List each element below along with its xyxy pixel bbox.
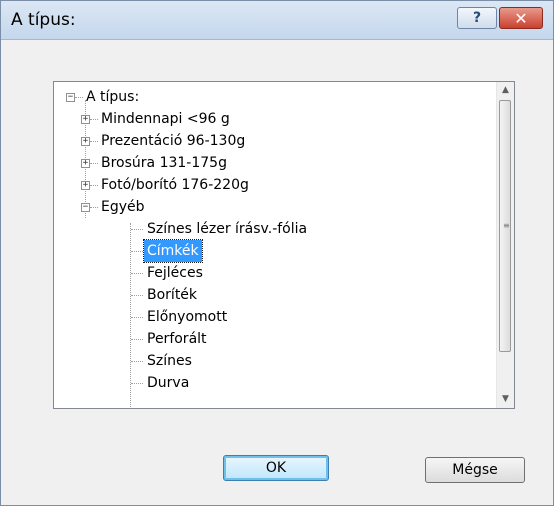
expand-icon[interactable]: +	[81, 159, 90, 168]
ok-button[interactable]: OK	[223, 455, 329, 481]
tree-item-label: Mindennapi <96 g	[101, 111, 230, 127]
tree-child-label: Boríték	[147, 287, 198, 303]
expand-icon[interactable]: +	[81, 137, 90, 146]
cancel-button[interactable]: Mégse	[425, 457, 525, 483]
tree-item-label: Brosúra 131-175g	[101, 155, 227, 171]
collapse-icon[interactable]: −	[81, 203, 90, 212]
tree-connector-line	[90, 119, 98, 120]
help-icon: ?	[472, 10, 482, 26]
scrollbar-thumb[interactable]: ≡	[499, 100, 511, 352]
tree-connector-line	[131, 383, 143, 384]
dialog-window: A típus: ? ✕ − A típus: + Mindennapi <96…	[0, 0, 554, 506]
scroll-up-icon[interactable]: ▲	[497, 82, 514, 99]
tree-connector-line	[90, 141, 98, 142]
tree-root-label: A típus:	[86, 89, 140, 105]
tree-connector-line	[131, 339, 143, 340]
vertical-scrollbar[interactable]: ▲ ≡ ▼	[496, 82, 514, 408]
grip-icon: ≡	[503, 221, 510, 230]
tree-connector-line	[131, 317, 143, 318]
tree-child-label: Előnyomott	[147, 309, 228, 325]
title-bar: A típus: ? ✕	[1, 1, 553, 40]
tree-child-label: Színes	[147, 353, 192, 369]
help-button[interactable]: ?	[457, 7, 497, 29]
tree-child-label-selected: Címkék	[143, 239, 203, 263]
tree-child-label: Fejléces	[147, 265, 203, 281]
tree-connector-line	[90, 185, 98, 186]
tree-child-label: Színes lézer írásv.-fólia	[147, 221, 308, 237]
tree-child-label: Perforált	[147, 331, 207, 347]
tree-connector-line	[131, 361, 143, 362]
collapse-icon[interactable]: −	[66, 93, 75, 102]
type-tree-view[interactable]: − A típus: + Mindennapi <96 g + Prezentá…	[53, 81, 515, 409]
tree-item-label: Fotó/borító 176-220g	[101, 177, 249, 193]
expand-icon[interactable]: +	[81, 181, 90, 190]
tree-connector-line	[131, 251, 143, 252]
tree-connector-line	[75, 97, 83, 98]
tree-connector-line	[131, 229, 143, 230]
tree-connector-line	[131, 273, 143, 274]
tree-item-label: Egyéb	[101, 199, 145, 215]
tree-item-label: Prezentáció 96-130g	[101, 133, 246, 149]
window-title: A típus:	[11, 10, 76, 30]
scroll-down-icon[interactable]: ▼	[497, 391, 514, 408]
close-button[interactable]: ✕	[499, 7, 543, 29]
tree-connector-line	[131, 295, 143, 296]
tree-child-label: Durva	[147, 375, 190, 391]
close-icon: ✕	[514, 8, 528, 28]
expand-icon[interactable]: +	[81, 115, 90, 124]
tree-connector-line	[90, 207, 98, 208]
tree-connector-line	[90, 163, 98, 164]
